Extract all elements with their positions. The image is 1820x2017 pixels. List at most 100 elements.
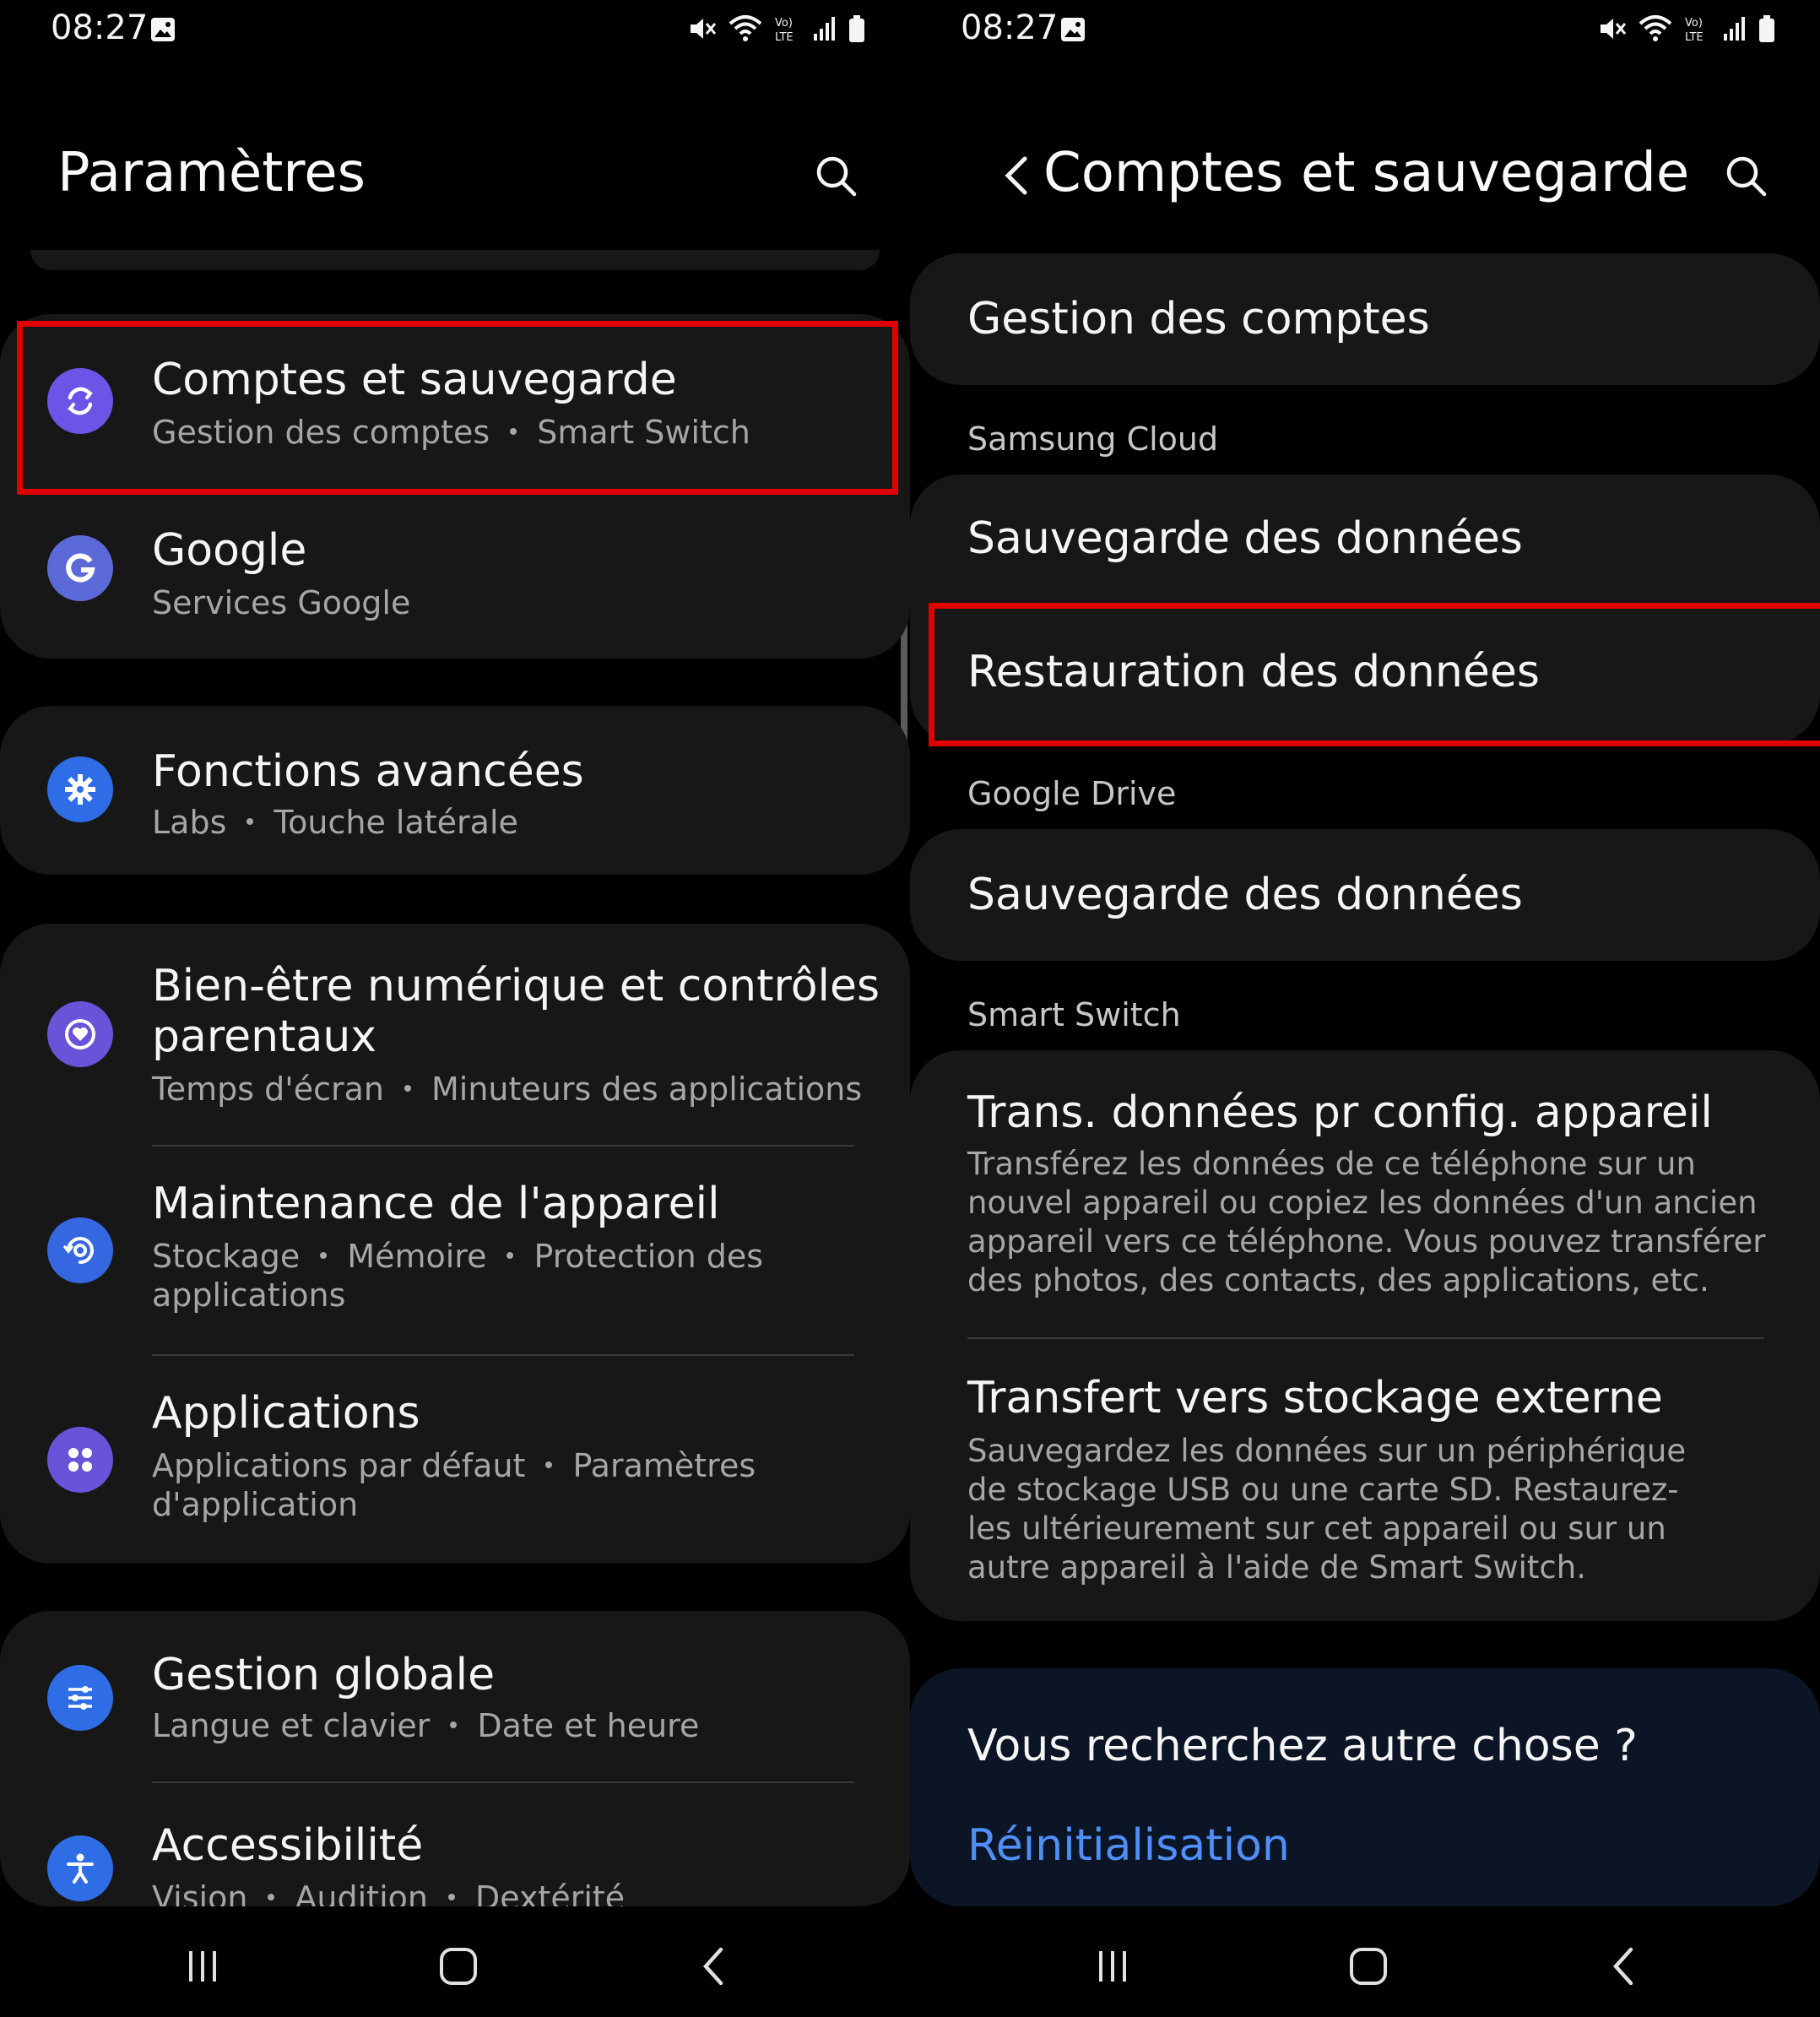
item-subtitle: Services Google (152, 584, 411, 621)
back-arrow-button[interactable] (988, 145, 1048, 206)
item-subtitle: Langue et clavier Date et heure (152, 1707, 700, 1744)
settings-item-general-management[interactable]: Gestion globale Langue et clavier Date et… (0, 1611, 910, 1781)
status-bar: 08:27 Vo) LTE (0, 0, 910, 61)
volte-icon: Vo) LTE (1685, 17, 1704, 44)
section-smart-switch: Smart Switch (967, 996, 1181, 1033)
signal-icon (1724, 17, 1745, 41)
maintenance-icon (47, 1217, 113, 1283)
settings-item-device-maintenance[interactable]: Maintenance de l'appareil Stockage Mémoir… (0, 1147, 910, 1354)
image-icon (1061, 18, 1085, 41)
search-button[interactable] (805, 145, 866, 206)
volte-icon: Vo) LTE (775, 17, 794, 44)
item-subtitle: Stockage Mémoire Protection des (152, 1238, 764, 1275)
account-management-label: Gestion des comptes (967, 294, 1430, 344)
google-drive-backup-label: Sauvegarde des données (967, 870, 1523, 920)
status-time: 08:27 (961, 8, 1059, 47)
recents-button[interactable] (169, 1933, 236, 2000)
back-button[interactable] (1590, 1933, 1658, 2000)
item-title-line2: parentaux (152, 1011, 377, 1062)
battery-icon (849, 15, 864, 42)
svg-text:LTE: LTE (1685, 31, 1704, 44)
highlight-box (17, 321, 898, 495)
settings-item-digital-wellbeing[interactable]: Bien-être numérique et contrôles parenta… (0, 924, 910, 1145)
settings-item-accessibility[interactable]: Accessibilité Vision Audition Dextérité (0, 1783, 910, 1906)
svg-text:Vo): Vo) (1685, 17, 1703, 30)
sliders-icon (47, 1665, 113, 1731)
external-storage-item[interactable]: Transfert vers stockage externe Sauvegar… (910, 1339, 1820, 1621)
item-subtitle: Applications par défaut Paramètres (152, 1447, 756, 1484)
looking-for-card: Vous recherchez autre chose ? Réinitiali… (910, 1668, 1820, 1906)
wifi-icon (1639, 15, 1672, 41)
google-drive-backup-item[interactable]: Sauvegarde des données (910, 829, 1820, 961)
section-samsung-cloud: Samsung Cloud (967, 420, 1219, 458)
svg-text:LTE: LTE (775, 31, 794, 44)
smart-switch-card: Trans. données pr config. appareil Trans… (910, 1050, 1820, 1621)
search-icon (1726, 156, 1767, 197)
settings-item-google[interactable]: Google Services Google (0, 486, 910, 659)
settings-item-advanced-features[interactable]: Fonctions avancées Labs Touche latérale (0, 706, 910, 875)
item-subtitle-line2: applications (152, 1277, 346, 1314)
home-icon (1350, 1948, 1387, 1985)
device-card: Bien-être numérique et contrôles parenta… (0, 924, 910, 1564)
samsung-cloud-backup-label: Sauvegarde des données (967, 513, 1523, 564)
accessibility-icon (47, 1835, 113, 1901)
item-subtitle: Temps d'écran Minuteurs des applications (152, 1071, 863, 1108)
apps-grid-icon (47, 1427, 113, 1493)
back-button[interactable] (680, 1933, 748, 2000)
image-icon (151, 18, 175, 41)
wifi-icon (729, 15, 762, 41)
item-title: Maintenance de l'appareil (152, 1179, 720, 1229)
signal-icon (814, 17, 835, 41)
accounts-backup-screen: 08:27 Vo) LTE Comptes et sauvegarde Gest… (910, 0, 1820, 2017)
status-bar: 08:27 Vo) LTE (910, 0, 1820, 61)
settings-screen: 08:27 Vo) LTE Paramètres Comptes et sauv… (0, 0, 910, 2017)
status-icons: Vo) LTE (687, 14, 866, 44)
highlight-box (929, 603, 1820, 746)
status-time: 08:27 (51, 8, 149, 47)
recents-icon (189, 1951, 216, 1982)
advanced-card: Fonctions avancées Labs Touche latérale (0, 706, 910, 875)
recents-icon (1099, 1951, 1126, 1982)
back-icon (702, 1947, 723, 1986)
looking-for-title: Vous recherchez autre chose ? (967, 1721, 1638, 1771)
back-icon (1612, 1947, 1633, 1986)
navigation-bar (910, 1907, 1820, 2017)
samsung-cloud-backup-item[interactable]: Sauvegarde des données (910, 474, 1820, 608)
page-title: Paramètres (57, 142, 366, 204)
item-title: Google (152, 525, 307, 576)
item-subtitle: Vision Audition Dextérité (152, 1879, 626, 1906)
item-title: Bien-être numérique et contrôles (152, 961, 880, 1011)
mute-icon (691, 19, 717, 39)
reset-link[interactable]: Réinitialisation (967, 1820, 1290, 1871)
settings-item-applications[interactable]: Applications Applications par défaut Para… (0, 1356, 910, 1564)
mute-icon (1601, 19, 1627, 39)
home-icon (440, 1948, 477, 1985)
recents-button[interactable] (1079, 1933, 1146, 2000)
puzzle-gear-icon (47, 756, 113, 822)
item-title: Applications (152, 1388, 420, 1439)
transfer-setup-desc: Transférez les données de ce téléphone s… (967, 1146, 1766, 1299)
external-storage-title: Transfert vers stockage externe (967, 1373, 1663, 1423)
transfer-setup-title: Trans. données pr config. appareil (967, 1087, 1713, 1138)
search-icon (816, 156, 857, 197)
item-title: Gestion globale (152, 1650, 496, 1700)
battery-icon (1759, 15, 1774, 42)
search-button[interactable] (1715, 145, 1776, 206)
item-subtitle-line2: d'application (152, 1486, 359, 1523)
external-storage-desc: Sauvegardez les données sur un périphéri… (967, 1433, 1687, 1586)
status-icons: Vo) LTE (1597, 14, 1776, 44)
previous-card-edge (30, 250, 880, 270)
home-button[interactable] (425, 1933, 492, 2000)
transfer-setup-item[interactable]: Trans. données pr config. appareil Trans… (910, 1050, 1820, 1337)
general-card: Gestion globale Langue et clavier Date et… (0, 1611, 910, 1906)
account-management-item[interactable]: Gestion des comptes (910, 253, 1820, 385)
item-subtitle: Labs Touche latérale (152, 804, 518, 841)
item-title: Accessibilité (152, 1820, 424, 1871)
page-title: Comptes et sauvegarde (1043, 142, 1690, 204)
svg-text:Vo): Vo) (775, 17, 793, 30)
google-icon (47, 535, 113, 601)
item-title: Fonctions avancées (152, 746, 584, 797)
section-google-drive: Google Drive (967, 775, 1177, 812)
navigation-bar (0, 1907, 910, 2017)
home-button[interactable] (1335, 1933, 1402, 2000)
